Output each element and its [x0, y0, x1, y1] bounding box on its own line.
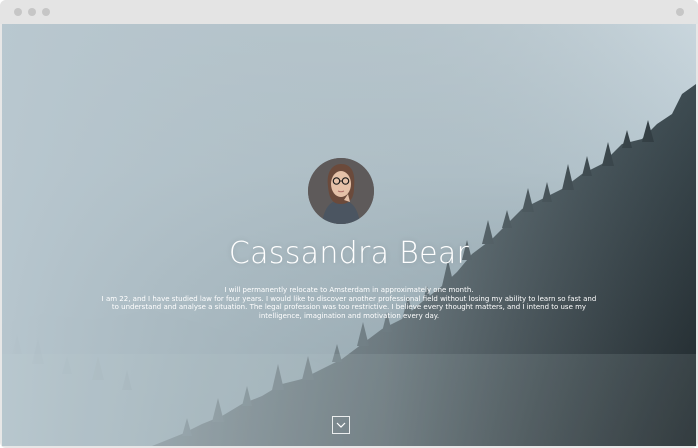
bio-line: I am 22, and I have studied law for four…: [101, 294, 597, 303]
profile-name: Cassandra Bear: [228, 236, 470, 271]
hero-section: Cassandra Bear I will permanently reloca…: [2, 24, 696, 446]
menu-dot-button[interactable]: [676, 8, 684, 16]
scroll-down-button[interactable]: [332, 416, 350, 434]
browser-titlebar: [0, 0, 698, 24]
bio-line: intelligence, imagination and motivation…: [258, 311, 440, 320]
bio-line: I will permanently relocate to Amsterdam…: [224, 286, 474, 294]
browser-window: Cassandra Bear I will permanently reloca…: [0, 0, 698, 448]
forest-background-image: [2, 24, 696, 446]
bio-line: to understand and analyse a situation. T…: [111, 303, 587, 312]
maximize-dot-button[interactable]: [42, 8, 50, 16]
profile-bio: I will permanently relocate to Amsterdam…: [92, 286, 606, 320]
chevron-down-icon: [336, 422, 346, 428]
close-dot-button[interactable]: [14, 8, 22, 16]
minimize-dot-button[interactable]: [28, 8, 36, 16]
profile-avatar: [308, 158, 374, 224]
